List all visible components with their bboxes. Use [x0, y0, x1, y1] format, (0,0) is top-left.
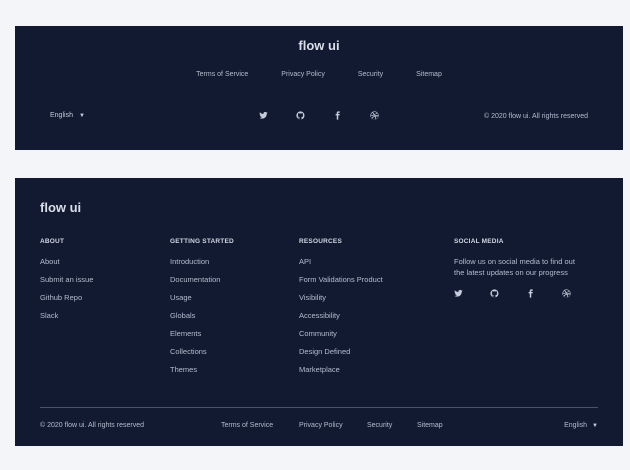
brand-logo[interactable]: flow ui: [40, 200, 81, 215]
sitemap-link[interactable]: Sitemap: [417, 422, 443, 429]
language-label: English: [564, 422, 588, 429]
github-icon[interactable]: [296, 110, 333, 120]
getting-started-column: GETTING STARTED Introduction Documentati…: [170, 238, 234, 383]
resources-column: RESOURCES API Form Validations Product V…: [299, 238, 383, 383]
themes-link[interactable]: Themes: [170, 365, 234, 383]
column-heading: GETTING STARTED: [170, 238, 234, 245]
community-link[interactable]: Community: [299, 329, 383, 347]
api-link[interactable]: API: [299, 257, 383, 275]
dribbble-icon[interactable]: [562, 288, 598, 298]
column-heading: SOCIAL MEDIA: [454, 238, 504, 245]
column-heading: RESOURCES: [299, 238, 342, 245]
submit-issue-link[interactable]: Submit an issue: [40, 275, 93, 293]
about-column: ABOUT About Submit an issue Github Repo …: [40, 238, 93, 329]
accessibility-link[interactable]: Accessibility: [299, 311, 383, 329]
social-media-column: SOCIAL MEDIA Follow us on social media t…: [454, 238, 598, 298]
introduction-link[interactable]: Introduction: [170, 257, 234, 275]
twitter-icon[interactable]: [259, 110, 296, 120]
security-link[interactable]: Security: [358, 71, 383, 78]
copyright-text: © 2020 flow ui. All rights reserved: [40, 422, 144, 429]
design-defined-link[interactable]: Design Defined: [299, 347, 383, 365]
facebook-icon[interactable]: [526, 288, 562, 298]
privacy-link[interactable]: Privacy Policy: [299, 422, 343, 429]
copyright-text: © 2020 flow ui. All rights reserved: [484, 113, 588, 120]
footer-divider: [40, 407, 598, 408]
terms-link[interactable]: Terms of Service: [221, 422, 273, 429]
social-icons: [259, 110, 407, 120]
sitemap-link[interactable]: Sitemap: [416, 71, 442, 78]
dribbble-icon[interactable]: [370, 110, 407, 120]
elements-link[interactable]: Elements: [170, 329, 234, 347]
documentation-link[interactable]: Documentation: [170, 275, 234, 293]
footer-links: Terms of Service Privacy Policy Security…: [15, 71, 623, 78]
visibility-link[interactable]: Visibility: [299, 293, 383, 311]
terms-link[interactable]: Terms of Service: [196, 71, 248, 78]
language-select[interactable]: English ▼: [564, 422, 598, 429]
column-heading: ABOUT: [40, 238, 65, 245]
collections-link[interactable]: Collections: [170, 347, 234, 365]
globals-link[interactable]: Globals: [170, 311, 234, 329]
slack-link[interactable]: Slack: [40, 311, 93, 329]
language-label: English: [50, 112, 73, 119]
form-validations-link[interactable]: Form Validations Product: [299, 275, 383, 293]
language-select[interactable]: English ▼: [50, 112, 85, 119]
about-link[interactable]: About: [40, 257, 93, 275]
footer-columns: flow ui ABOUT About Submit an issue Gith…: [15, 178, 623, 446]
brand-logo[interactable]: flow ui: [15, 38, 623, 53]
github-repo-link[interactable]: Github Repo: [40, 293, 93, 311]
usage-link[interactable]: Usage: [170, 293, 234, 311]
caret-down-icon: ▼: [592, 422, 598, 429]
security-link[interactable]: Security: [367, 422, 392, 429]
social-icons: [454, 288, 598, 298]
github-icon[interactable]: [490, 288, 526, 298]
privacy-link[interactable]: Privacy Policy: [281, 71, 325, 78]
twitter-icon[interactable]: [454, 288, 490, 298]
social-description: Follow us on social media to find out th…: [454, 257, 575, 277]
caret-down-icon: ▼: [78, 112, 85, 119]
facebook-icon[interactable]: [333, 110, 370, 120]
footer-simple: flow ui Terms of Service Privacy Policy …: [15, 26, 623, 150]
marketplace-link[interactable]: Marketplace: [299, 365, 383, 383]
